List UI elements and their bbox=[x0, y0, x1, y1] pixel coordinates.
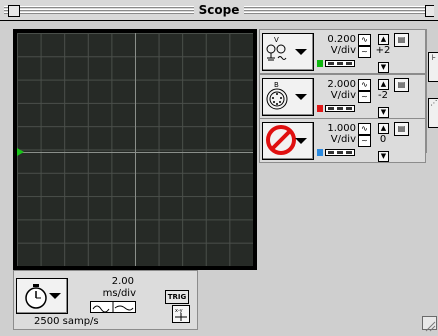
channel-2-offset-up-button[interactable]: ▲ bbox=[378, 79, 389, 90]
channel-1-options-button[interactable]: ▤ bbox=[394, 33, 409, 47]
channel-1-offset-down-button[interactable]: ▼ bbox=[378, 62, 389, 73]
channel-2-options-button[interactable]: ▤ bbox=[394, 78, 409, 92]
channel-1-scale-down-button[interactable]: ~ bbox=[358, 46, 371, 58]
measure-tool-button[interactable]: ⋰ bbox=[428, 98, 438, 128]
center-line-vertical bbox=[135, 33, 136, 266]
channel-2-scale-value: 2.000 bbox=[327, 79, 356, 90]
stopwatch-icon bbox=[25, 284, 47, 309]
channel-2-source-button[interactable]: B bbox=[262, 78, 314, 116]
channel-2-panel: B 2.000 V/div ∿ ~ ▲ -2 ▼ ▤ bbox=[259, 74, 426, 119]
channel-1-color-swatch bbox=[317, 60, 323, 67]
channel-1-scale-up-button[interactable]: ∿ bbox=[358, 34, 371, 46]
chevron-down-icon bbox=[295, 94, 307, 100]
channel-1-offset-value: +2 bbox=[375, 45, 391, 56]
channel-3-color-swatch bbox=[317, 149, 323, 156]
channel-3-offset-value: 0 bbox=[379, 134, 387, 145]
resize-handle[interactable] bbox=[422, 316, 437, 332]
channel-3-scale-down-button[interactable]: ~ bbox=[358, 135, 371, 147]
channel-3-panel: 1.000 V/div ∿ ~ ▲ 0 ▼ ▤ bbox=[259, 118, 426, 163]
channel-3-offset-down-button[interactable]: ▼ bbox=[378, 151, 389, 162]
trigger-button[interactable]: TRIG bbox=[165, 290, 189, 304]
channel-3-offset-up-button[interactable]: ▲ bbox=[378, 123, 389, 134]
chevron-down-icon bbox=[295, 138, 307, 144]
timebase-value: 2.00 bbox=[111, 276, 134, 287]
channel-2-color-swatch bbox=[317, 105, 323, 112]
channel-2-offset-value: -2 bbox=[378, 90, 388, 101]
trace-offset-marker[interactable] bbox=[17, 148, 24, 156]
channel-1-coupling-control[interactable] bbox=[325, 60, 355, 67]
svg-text:x-y: x-y bbox=[175, 308, 183, 314]
channel-1-offset-up-button[interactable]: ▲ bbox=[378, 34, 389, 45]
window-title: Scope bbox=[0, 3, 438, 17]
side-toolbar bbox=[426, 29, 438, 153]
chevron-down-icon bbox=[295, 49, 307, 55]
channel-2-coupling-control[interactable] bbox=[325, 105, 355, 112]
title-bar[interactable]: Scope bbox=[0, 0, 438, 21]
channel-1-source-button[interactable]: V bbox=[262, 33, 314, 71]
timebase-mode-button[interactable] bbox=[16, 278, 68, 314]
channel-3-scale-up-button[interactable]: ∿ bbox=[358, 123, 371, 135]
channel-3-coupling-control[interactable] bbox=[325, 149, 355, 156]
sample-rate: 2500 samp/s bbox=[34, 316, 99, 327]
wave-icon bbox=[92, 302, 134, 313]
channel-3-source-button[interactable] bbox=[262, 122, 314, 160]
channel-3-options-button[interactable]: ▤ bbox=[394, 122, 409, 136]
svg-text:V: V bbox=[274, 36, 279, 44]
channel-1-panel: V 0.200 V/div ∿ ~ ▲ +2 ▼ ▤ bbox=[259, 29, 426, 74]
channel-2-scale-down-button[interactable]: ~ bbox=[358, 91, 371, 103]
chevron-down-icon bbox=[49, 293, 61, 299]
channel-3-scale-value: 1.000 bbox=[327, 123, 356, 134]
channel-2-scale-unit: V/div bbox=[330, 90, 356, 101]
xy-mode-button[interactable]: x-y bbox=[172, 305, 190, 323]
channel-1-scale-value: 0.200 bbox=[327, 34, 356, 45]
channel-2-offset-down-button[interactable]: ▼ bbox=[378, 107, 389, 118]
zoom-box[interactable] bbox=[425, 5, 434, 17]
svg-text:B: B bbox=[274, 81, 279, 89]
cursor-tool-button[interactable]: ⊦ bbox=[428, 52, 438, 82]
timebase-adjust-buttons[interactable] bbox=[90, 301, 136, 313]
channel-1-scale-unit: V/div bbox=[330, 45, 356, 56]
resize-grip-icon bbox=[425, 321, 436, 332]
timebase-unit: ms/div bbox=[102, 288, 136, 299]
channel-2-scale-up-button[interactable]: ∿ bbox=[358, 79, 371, 91]
channel-3-scale-unit: V/div bbox=[330, 134, 356, 145]
xy-plot-icon: x-y bbox=[175, 308, 187, 321]
